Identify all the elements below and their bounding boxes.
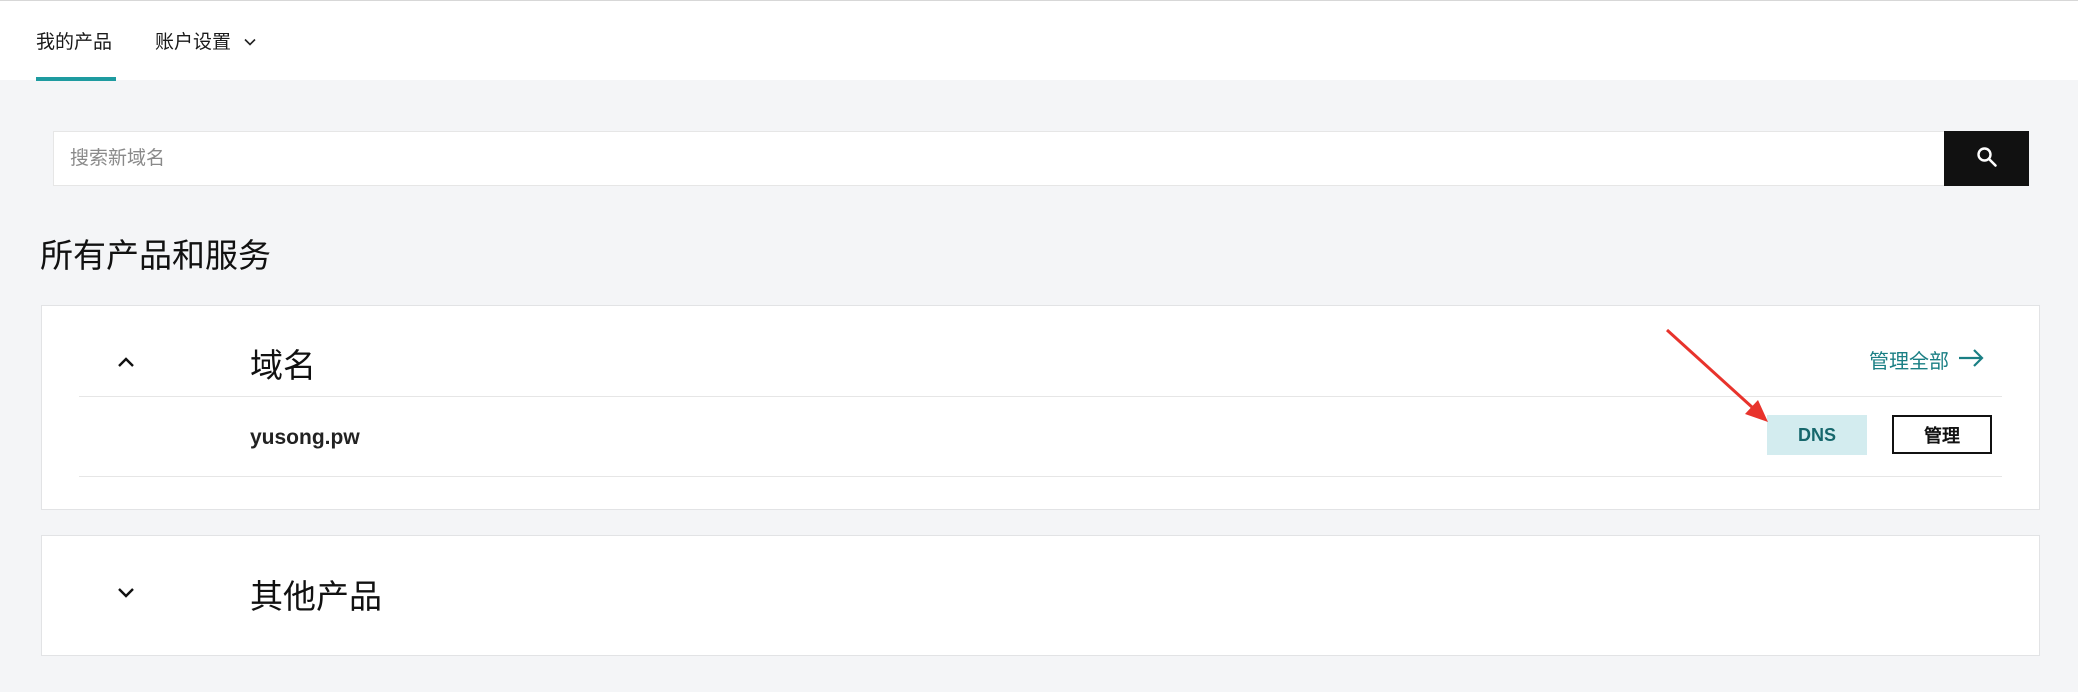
tab-account-settings-label: 账户设置 — [155, 32, 232, 53]
tab-my-products[interactable]: 我的产品 — [36, 31, 112, 55]
search-icon — [1976, 146, 1998, 171]
domains-section: 域名 管理全部 yusong.pw DNS 管理 — [41, 305, 2040, 510]
manage-all-label: 管理全部 — [1869, 351, 1949, 373]
active-tab-indicator — [36, 77, 116, 81]
chevron-down-icon — [244, 29, 256, 53]
collapse-domains-button[interactable] — [108, 346, 144, 382]
search-input[interactable] — [53, 131, 1945, 186]
search-button[interactable] — [1944, 131, 2029, 186]
domain-name: yusong.pw — [250, 426, 360, 449]
tab-account-settings[interactable]: 账户设置 — [155, 31, 256, 55]
section-title-domains: 域名 — [250, 347, 316, 384]
other-products-section: 其他产品 — [41, 535, 2040, 656]
arrow-right-icon — [1949, 348, 1985, 376]
divider — [79, 396, 2002, 397]
tab-my-products-label: 我的产品 — [36, 32, 113, 53]
manage-all-link[interactable]: 管理全部 — [1869, 348, 1985, 376]
section-title-other-products: 其他产品 — [250, 578, 382, 615]
dns-button[interactable]: DNS — [1767, 415, 1867, 455]
chevron-up-icon — [117, 355, 135, 373]
domain-search-bar — [53, 131, 2029, 186]
top-nav-bar: 我的产品 账户设置 — [0, 0, 2078, 81]
expand-other-products-button[interactable] — [108, 577, 144, 613]
manage-domain-button[interactable]: 管理 — [1892, 415, 1992, 454]
chevron-down-icon — [117, 586, 135, 604]
page-title: 所有产品和服务 — [40, 237, 271, 274]
divider — [79, 476, 2002, 477]
